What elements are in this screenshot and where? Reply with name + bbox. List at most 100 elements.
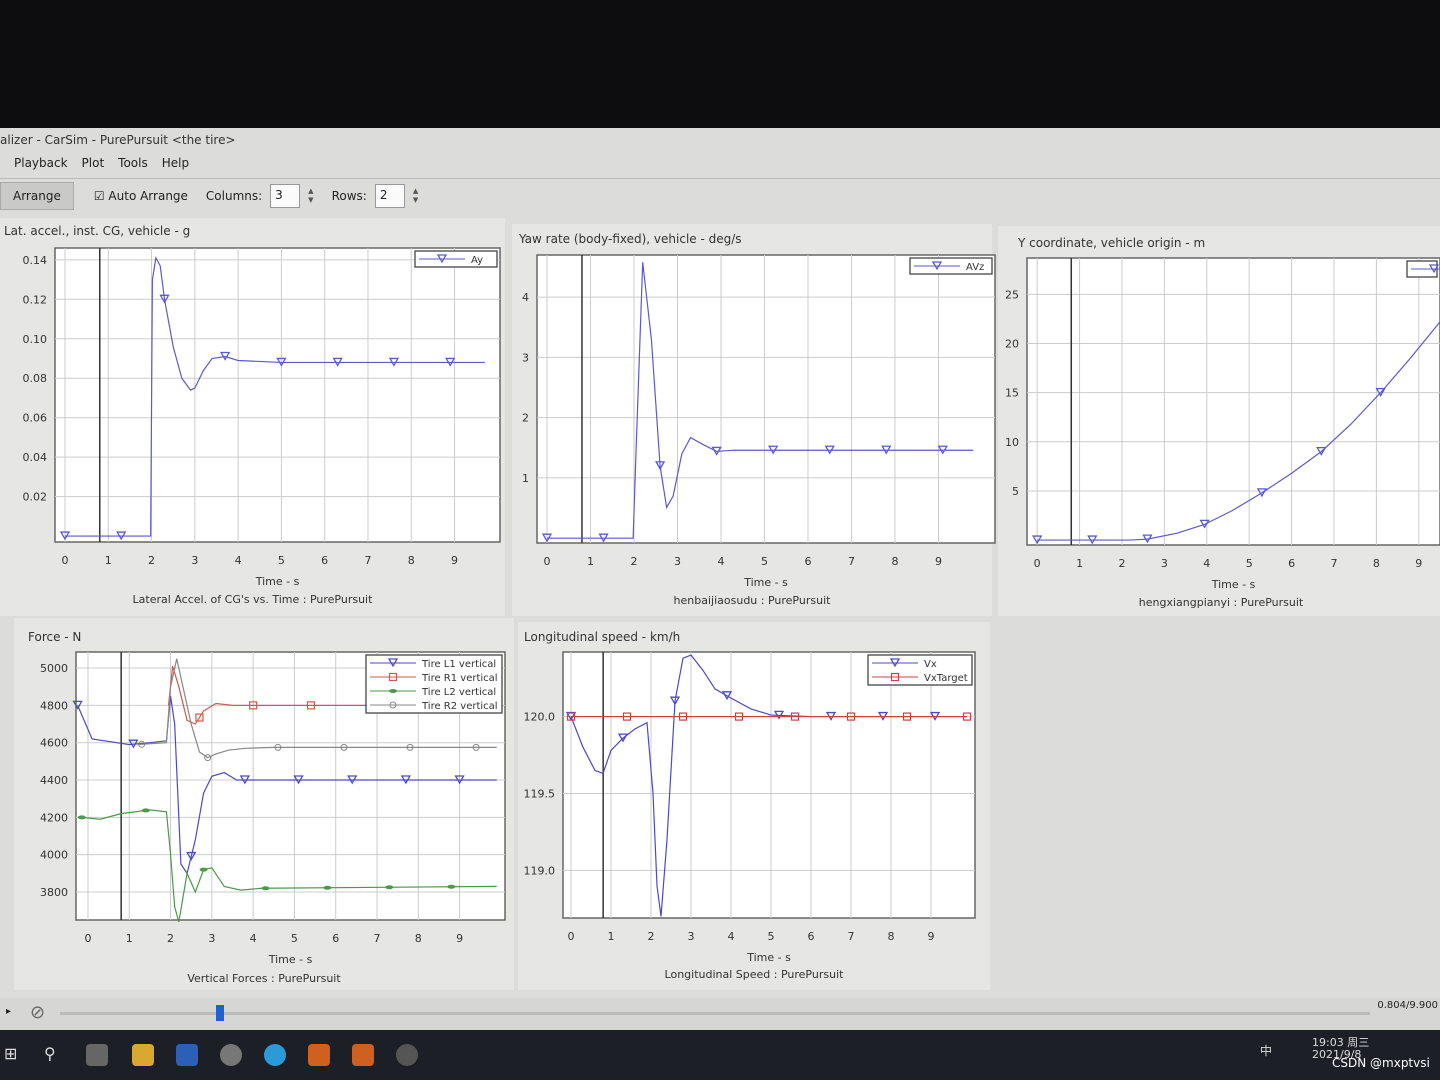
- time-readout: 0.804/9.900: [1377, 1000, 1438, 1011]
- edge-icon[interactable]: [264, 1044, 286, 1066]
- menu-playback[interactable]: Playback: [14, 156, 68, 176]
- plot-area: [562, 651, 976, 919]
- plot-area: [1026, 257, 1440, 546]
- plot-caption: hengxiangpianyi : PurePursuit: [1138, 596, 1304, 609]
- x-tick-label: 6: [1288, 557, 1295, 570]
- chart-svg: 0 1 2 3 4 5 6 7 8 9 5 10 15 20 25 Time - s: [1005, 257, 1440, 591]
- y-tick-label: 5000: [40, 662, 68, 675]
- x-tick-label: 0: [84, 932, 91, 945]
- app-icon[interactable]: [86, 1044, 108, 1066]
- matlab-icon-2[interactable]: [352, 1044, 374, 1066]
- dot-marker: [261, 886, 270, 891]
- x-axis-label: Time - s: [746, 951, 791, 964]
- x-tick-label: 3: [191, 554, 198, 567]
- time-slider-thumb[interactable]: [216, 1005, 225, 1021]
- x-tick-label: 2: [148, 554, 155, 567]
- x-tick-label: 7: [848, 555, 855, 568]
- y-tick-label: 15: [1005, 387, 1019, 400]
- arrange-button[interactable]: Arrange: [0, 181, 74, 210]
- x-axis-label: Time - s: [255, 575, 300, 588]
- y-tick-label: 0.12: [23, 293, 48, 306]
- y-tick-label: 4600: [40, 737, 68, 750]
- y-tick-label: 25: [1005, 288, 1019, 301]
- plot-caption: Vertical Forces : PurePursuit: [187, 972, 341, 985]
- carsim-icon[interactable]: [220, 1044, 242, 1066]
- x-tick-label: 8: [888, 930, 895, 943]
- plot-area: [54, 247, 501, 543]
- chart-svg: 0 1 2 3 4 5 6 7 8 9 3800 4000 4200 4400 4600 4800 5000 Ti…: [40, 651, 506, 966]
- x-tick-label: 8: [415, 932, 422, 945]
- menu-bar: Playback Plot Tools Help: [0, 154, 189, 176]
- ime-indicator[interactable]: 中: [1260, 1042, 1272, 1059]
- x-tick-label: 2: [167, 932, 174, 945]
- legend-label: Tire L1 vertical: [421, 659, 496, 670]
- x-axis-label: Time - s: [1211, 578, 1256, 591]
- dot-marker: [141, 808, 150, 813]
- dot-marker: [77, 815, 86, 820]
- columns-label: Columns:: [205, 188, 263, 203]
- dot-marker: [385, 885, 394, 890]
- x-tick-label: 4: [717, 555, 724, 568]
- rows-input[interactable]: 2: [374, 183, 405, 208]
- rows-label: Rows:: [331, 188, 367, 203]
- x-tick-label: 7: [364, 554, 371, 567]
- x-tick-label: 2: [630, 555, 637, 568]
- rows-spinner[interactable]: ▲ ▼: [413, 187, 418, 205]
- auto-arrange-checkbox[interactable]: ☑ Auto Arrange: [94, 189, 188, 203]
- y-tick-label: 119.5: [524, 787, 556, 800]
- app-icon-2[interactable]: [396, 1044, 418, 1066]
- chart-svg: 0 1 2 3 4 5 6 7 8 91234Time - sAVz: [522, 254, 996, 589]
- x-tick-label: 3: [674, 555, 681, 568]
- plot-caption: Longitudinal Speed : PurePursuit: [664, 968, 844, 981]
- file-explorer-icon[interactable]: [132, 1044, 154, 1066]
- x-tick-label: 6: [804, 555, 811, 568]
- dot-marker: [199, 867, 208, 872]
- menu-help[interactable]: Help: [162, 156, 189, 176]
- menu-plot[interactable]: Plot: [82, 156, 105, 176]
- columns-input[interactable]: 3: [270, 183, 301, 208]
- x-axis-label: Time - s: [743, 576, 788, 589]
- plot-title: Lat. accel., inst. CG, vehicle - g: [4, 224, 191, 238]
- x-tick-label: 6: [332, 932, 339, 945]
- menu-tools[interactable]: Tools: [118, 156, 148, 176]
- dot-marker: [447, 884, 456, 889]
- x-tick-label: 7: [1330, 557, 1337, 570]
- y-tick-label: 0.02: [23, 491, 48, 504]
- x-tick-label: 5: [278, 554, 285, 567]
- y-tick-label: 0.14: [23, 254, 48, 267]
- legend-label: Tire L2 vertical: [421, 687, 496, 698]
- columns-spinner[interactable]: ▲ ▼: [308, 187, 313, 205]
- chart-svg: 0 1 2 3 4 5 6 7 8 9 0.02 0.04 0.06 0.08 0.10 0.12 0.14 Ti…: [23, 247, 501, 588]
- x-tick-label: 7: [848, 930, 855, 943]
- chart-svg: 0 1 2 3 4 5 6 7 8 9 119.0 119.5 120.0 Time - s Vx VxTar…: [524, 651, 976, 964]
- time-slider[interactable]: [60, 1005, 1370, 1021]
- y-tick-label: 0.04: [23, 451, 48, 464]
- search-icon[interactable]: ⚲: [44, 1044, 56, 1063]
- legend-label: Tire R2 vertical: [421, 701, 498, 712]
- checkbox-checked-icon: ☑: [93, 188, 105, 203]
- x-tick-label: 6: [808, 930, 815, 943]
- word-icon[interactable]: [176, 1044, 198, 1066]
- x-tick-label: 1: [608, 930, 615, 943]
- x-tick-label: 8: [891, 555, 898, 568]
- x-tick-label: 9: [451, 554, 458, 567]
- matlab-icon[interactable]: [308, 1044, 330, 1066]
- stop-icon[interactable]: ⊘: [30, 1002, 45, 1023]
- legend-label: Tire R1 vertical: [421, 673, 498, 684]
- y-tick-label: 10: [1005, 436, 1019, 449]
- toolbar: Arrange ☑ Auto Arrange Columns: 3 ▲ ▼ Row…: [0, 178, 1440, 212]
- x-tick-label: 5: [1246, 557, 1253, 570]
- x-tick-label: 9: [1415, 557, 1422, 570]
- y-tick-label: 120.0: [524, 711, 556, 724]
- y-tick-label: 4000: [40, 849, 68, 862]
- start-icon[interactable]: ⊞: [4, 1044, 17, 1063]
- y-tick-label: 1: [522, 472, 529, 485]
- auto-arrange-label: Auto Arrange: [108, 188, 188, 203]
- x-tick-label: 4: [235, 554, 242, 567]
- x-tick-label: 7: [374, 932, 381, 945]
- x-tick-label: 8: [1373, 557, 1380, 570]
- play-button[interactable]: ▸: [6, 1006, 11, 1017]
- x-tick-label: 1: [126, 932, 133, 945]
- y-tick-label: 0.10: [23, 333, 48, 346]
- x-tick-label: 1: [105, 554, 112, 567]
